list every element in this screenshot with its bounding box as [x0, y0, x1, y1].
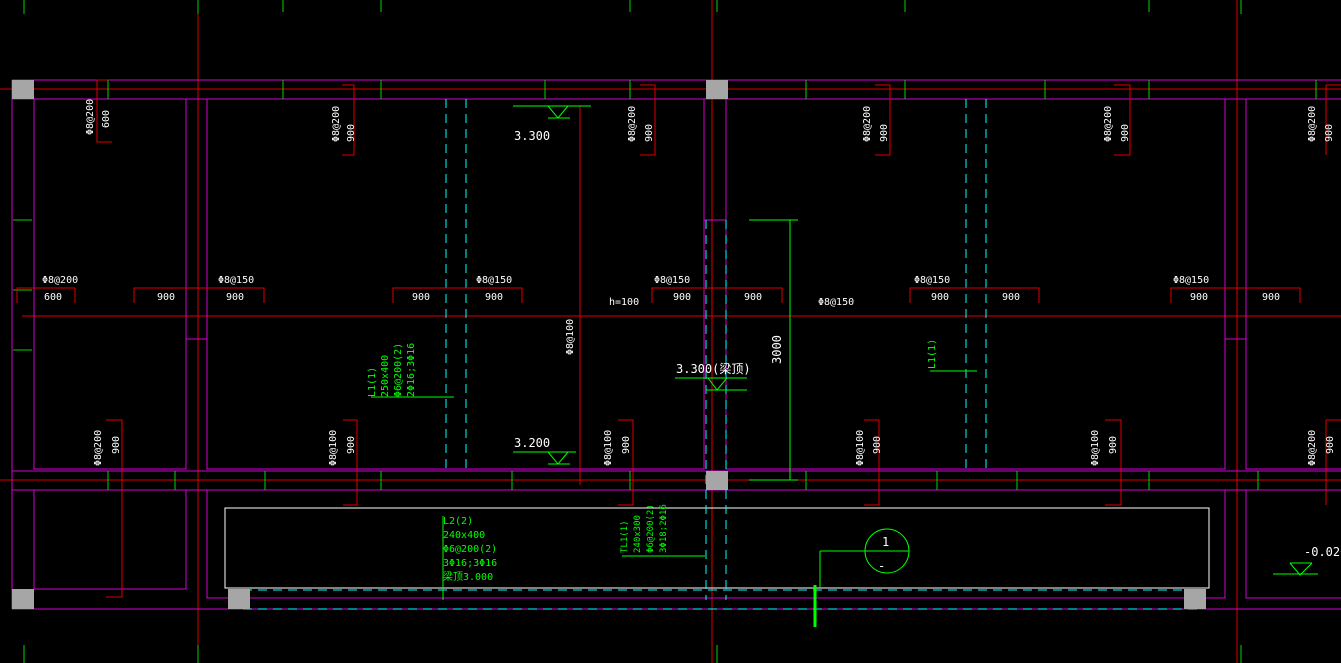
top-rebar-labels: Φ8@200 600 Φ8@200 900 Φ8@200 900 Φ8@200 …: [85, 99, 1335, 142]
top-rebar-len-1: 600: [101, 110, 112, 128]
mid-dim-4: 900: [412, 292, 430, 303]
dim-3000: 3000: [770, 335, 784, 364]
mid-rebar-spec-2: Φ8@150: [218, 275, 254, 286]
bottom-rebar-spec-5: Φ8@100: [1090, 430, 1101, 466]
beam-TL1-line-4: 3Φ18;2Φ16: [659, 504, 669, 553]
top-rebar-len-3: 900: [644, 124, 655, 142]
bottom-rebar-labels: Φ8@200 900 Φ8@100 900 Φ8@100 900 Φ8@100 …: [93, 430, 1336, 466]
mid-rebar-spec-1: Φ8@200: [42, 275, 78, 286]
top-rebar-len-6: 900: [1324, 124, 1335, 142]
bottom-rebar-len-5: 900: [1108, 436, 1119, 454]
beam-dashes: [243, 99, 1197, 610]
mid-dim-11: 900: [1262, 292, 1280, 303]
beam-L2-line-5: 梁顶3.000: [443, 570, 493, 583]
top-rebar-len-5: 900: [1120, 124, 1131, 142]
beam-L1-line-3: Φ6@200(2): [393, 343, 404, 397]
mid-dim-6: 900: [673, 292, 691, 303]
beam-L2-label: L2(2) 240x400 Φ6@200(2) 3Φ16;3Φ16 梁顶3.00…: [443, 516, 497, 583]
beam-L2-line-2: 240x400: [443, 530, 485, 541]
beam-L1-line-4: 2Φ16;3Φ16: [406, 343, 417, 397]
beam-L2-line-1: L2(2): [443, 516, 473, 527]
bottom-rebar-len-4: 900: [872, 436, 883, 454]
bottom-rebar-len-1: 900: [111, 436, 122, 454]
vertical-rebar: Φ8@100: [565, 319, 576, 355]
top-rebar-spec-1: Φ8@200: [85, 99, 96, 135]
top-rebar-spec-3: Φ8@200: [627, 106, 638, 142]
mid-dim-7: 900: [744, 292, 762, 303]
beam-L1-right: L1(1): [927, 339, 938, 369]
elevation-top: 3.300: [514, 129, 550, 143]
section-number: 1: [882, 535, 889, 549]
beam-TL1-line-2: 240x300: [633, 515, 643, 553]
top-rebar-len-2: 900: [346, 124, 357, 142]
beam-L2-line-3: Φ6@200(2): [443, 544, 497, 555]
mid-dim-1: 600: [44, 292, 62, 303]
mid-dim-3: 900: [226, 292, 244, 303]
elevation-mid: 3.200: [514, 436, 550, 450]
green-leaders: [371, 105, 1318, 600]
mid-rebar-spec-6: Φ8@150: [1173, 275, 1209, 286]
bottom-rebar-len-6: 900: [1325, 436, 1336, 454]
mid-rebar-spec-4: Φ8@150: [654, 275, 690, 286]
beam-L1-line-2: 250x400: [380, 355, 391, 397]
mid-dims: 600 900 900 900 900 900 900 900 900 900 …: [44, 292, 1280, 303]
mid-brackets: [16, 106, 1301, 485]
top-rebar-spec-4: Φ8@200: [862, 106, 873, 142]
top-rebar-spec-2: Φ8@200: [331, 106, 342, 142]
mid-dim-5: 900: [485, 292, 503, 303]
mid-dim-2: 900: [157, 292, 175, 303]
elevation-right: -0.020: [1304, 545, 1341, 559]
mid-rebar-spec-5: Φ8@150: [914, 275, 950, 286]
top-rebar-spec-5: Φ8@200: [1103, 106, 1114, 142]
bottom-rebar-spec-2: Φ8@100: [328, 430, 339, 466]
elevation-stair-top: 3.300(梁顶): [676, 361, 751, 376]
bottom-rebar-len-3: 900: [621, 436, 632, 454]
mid-dim-10: 900: [1190, 292, 1208, 303]
mid-dim-9: 900: [1002, 292, 1020, 303]
columns: [12, 80, 1206, 609]
mid-rebar-labels: Φ8@200 Φ8@150 Φ8@150 Φ8@150 Φ8@150 Φ8@15…: [42, 275, 1209, 355]
mid-rebar-spec-3: Φ8@150: [476, 275, 512, 286]
top-rebar-len-4: 900: [879, 124, 890, 142]
cad-drawing: 1 - Φ8@200 600 Φ8@200 900 Φ8@200 900 Φ8@…: [0, 0, 1341, 663]
walls: [11, 79, 1341, 610]
bottom-rebar-spec-3: Φ8@100: [603, 430, 614, 466]
top-rebar-spec-6: Φ8@200: [1307, 106, 1318, 142]
beam-L1-label: L1(1) 250x400 Φ6@200(2) 2Φ16;3Φ16 L1(1): [367, 339, 938, 397]
beam-TL1-line-3: Φ6@200(2): [646, 504, 656, 553]
mid-dim-8: 900: [931, 292, 949, 303]
beam-TL1-line-1: TL1(1): [620, 520, 630, 553]
bottom-rebar-spec-1: Φ8@200: [93, 430, 104, 466]
beam-L1-line-1: L1(1): [367, 367, 378, 397]
beam-TL1-label: TL1(1) 240x300 Φ6@200(2) 3Φ18;2Φ16: [620, 504, 669, 553]
inner-outlines: [224, 507, 1210, 589]
slab-thickness: h=100: [609, 297, 639, 308]
bottom-rebar-spec-4: Φ8@100: [855, 430, 866, 466]
section-dash: -: [878, 559, 885, 573]
bottom-rebar-len-2: 900: [346, 436, 357, 454]
bottom-rebar-spec-6: Φ8@200: [1307, 430, 1318, 466]
beam-L2-line-4: 3Φ16;3Φ16: [443, 558, 497, 569]
mid-extra-rebar: Φ8@150: [818, 297, 854, 308]
